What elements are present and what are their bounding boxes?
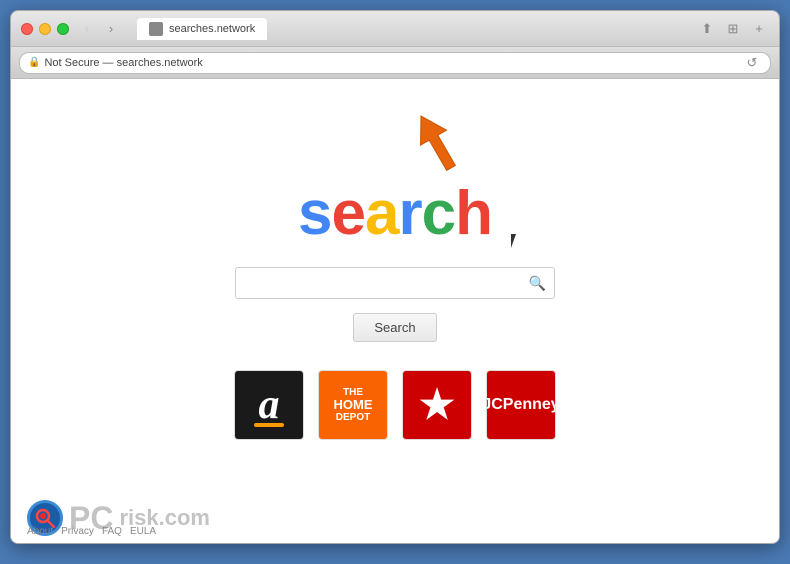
tab-bar: searches.network [137, 18, 681, 40]
macys-shortcut[interactable]: ★ [402, 370, 472, 444]
privacy-link[interactable]: Privacy [61, 526, 94, 537]
search-icon-button[interactable]: 🔍 [527, 273, 548, 294]
add-tab-button[interactable]: + [749, 19, 769, 39]
amazon-smile [254, 423, 284, 427]
amazon-shortcut[interactable]: a [234, 370, 304, 444]
faq-link[interactable]: FAQ [102, 526, 122, 537]
address-text: Not Secure — searches.network [44, 57, 742, 69]
about-link[interactable]: About [27, 526, 53, 537]
search-button[interactable]: Search [353, 313, 436, 342]
homedepot-icon: THE HOME DEPOT [318, 370, 388, 440]
mouse-cursor [511, 234, 523, 252]
eula-link[interactable]: EULA [130, 526, 156, 537]
traffic-lights [21, 23, 69, 35]
search-logo: search [298, 178, 492, 249]
macys-icon: ★ [402, 370, 472, 440]
tab-title: searches.network [169, 23, 255, 35]
watermark-bar: PC risk.com About Privacy FAQ EULA [11, 493, 779, 543]
share-button[interactable]: ⬆ [697, 19, 717, 39]
tab-favicon [149, 22, 163, 36]
search-input[interactable] [242, 275, 527, 291]
minimize-button[interactable] [39, 23, 51, 35]
toolbar-right: ⬆ ⊞ + [697, 19, 769, 39]
close-button[interactable] [21, 23, 33, 35]
title-bar: ‹ › searches.network ⬆ ⊞ + [11, 11, 779, 47]
homedepot-shortcut[interactable]: THE HOME DEPOT [318, 370, 388, 444]
amazon-icon: a [234, 370, 304, 440]
address-bar-row: 🔒 Not Secure — searches.network ↺ [11, 47, 779, 79]
maximize-button[interactable] [57, 23, 69, 35]
reload-button[interactable]: ↺ [742, 53, 762, 73]
search-input-container: 🔍 [235, 267, 555, 299]
bottom-links: About Privacy FAQ EULA [27, 526, 156, 537]
jcpenney-shortcut[interactable]: JCPenney [486, 370, 556, 444]
address-bar[interactable]: 🔒 Not Secure — searches.network ↺ [19, 52, 771, 74]
lock-icon: 🔒 [28, 57, 40, 68]
back-button[interactable]: ‹ [77, 19, 97, 39]
jcpenney-icon: JCPenney [486, 370, 556, 440]
nav-buttons: ‹ › [77, 19, 121, 39]
page-content: search 🔍 Search a THE HO [11, 79, 779, 543]
browser-window: ‹ › searches.network ⬆ ⊞ + 🔒 Not Secure … [10, 10, 780, 544]
new-tab-button[interactable]: ⊞ [723, 19, 743, 39]
shortcuts-row: a THE HOME DEPOT ★ [234, 370, 556, 444]
forward-button[interactable]: › [101, 19, 121, 39]
active-tab[interactable]: searches.network [137, 18, 267, 40]
